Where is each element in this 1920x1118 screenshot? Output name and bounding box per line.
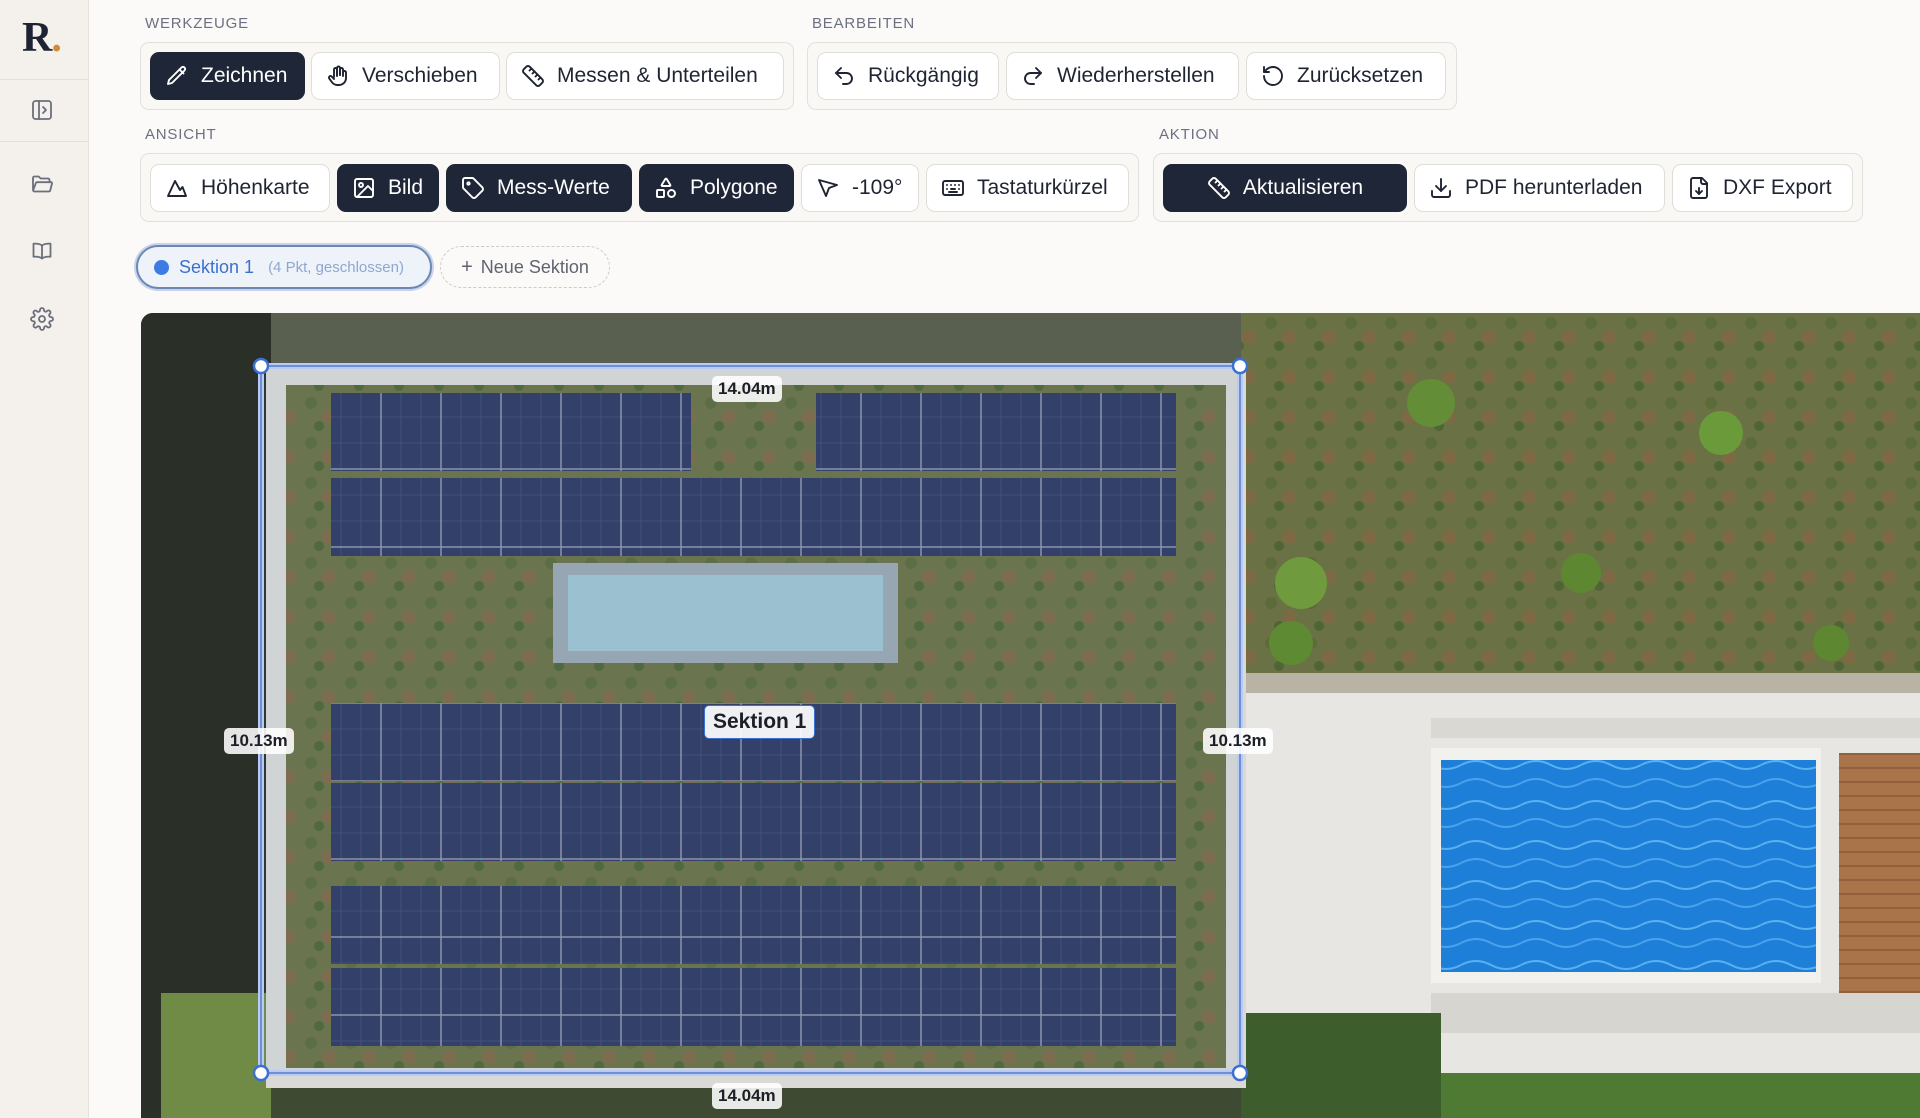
image-toggle-label: Bild bbox=[388, 176, 424, 199]
gear-icon[interactable] bbox=[28, 305, 56, 333]
ruler-icon bbox=[522, 65, 544, 87]
redo-button-label: Wiederherstellen bbox=[1057, 64, 1215, 87]
redo-icon bbox=[1024, 67, 1042, 85]
undo-button-label: Rückgängig bbox=[868, 64, 979, 87]
rotation-button[interactable]: -109° bbox=[801, 164, 919, 212]
draw-button-label: Zeichnen bbox=[201, 64, 288, 87]
dxf-export-button[interactable]: DXF Export bbox=[1672, 164, 1853, 212]
draw-button[interactable]: Zeichnen bbox=[150, 52, 305, 100]
polygons-toggle-button[interactable]: Polygone bbox=[639, 164, 794, 212]
aerial-image bbox=[141, 313, 1920, 1118]
shapes-icon bbox=[656, 177, 676, 198]
sidebar-divider bbox=[0, 141, 89, 142]
toolbar-group-werkzeuge: Zeichnen Verschieben Messen & Unterteile… bbox=[140, 42, 794, 110]
map-canvas[interactable]: 14.04m 10.13m 10.13m 14.04m Sektion 1 bbox=[141, 313, 1920, 1118]
pencil-icon bbox=[167, 66, 186, 85]
book-icon[interactable] bbox=[28, 237, 56, 265]
group-label-bearbeiten: BEARBEITEN bbox=[812, 15, 916, 32]
measurements-toggle-button[interactable]: Mess-Werte bbox=[446, 164, 632, 212]
sidebar-toggle-icon[interactable] bbox=[28, 96, 56, 124]
shortcuts-button-label: Tastaturkürzel bbox=[977, 176, 1108, 199]
hand-icon bbox=[328, 65, 347, 86]
refresh-button[interactable]: Aktualisieren bbox=[1163, 164, 1407, 212]
redo-button[interactable]: Wiederherstellen bbox=[1006, 52, 1239, 100]
measurements-toggle-label: Mess-Werte bbox=[497, 176, 610, 199]
reset-icon bbox=[1263, 66, 1283, 86]
file-download-icon bbox=[1690, 177, 1708, 199]
rotation-value: -109° bbox=[852, 176, 903, 199]
undo-icon bbox=[835, 67, 853, 85]
section-chip-meta: (4 Pkt, geschlossen) bbox=[268, 258, 404, 276]
plus-icon: + bbox=[461, 256, 473, 278]
toolbar-group-aktion: Aktualisieren PDF herunterladen DXF Expo… bbox=[1153, 153, 1863, 222]
heightmap-button[interactable]: Höhenkarte bbox=[150, 164, 330, 212]
download-icon bbox=[1431, 178, 1451, 198]
toolbar-group-ansicht: Höhenkarte Bild Mess-Werte Polygone -109… bbox=[140, 153, 1139, 222]
edge-length-bottom: 14.04m bbox=[712, 1083, 782, 1109]
polygon-section-label[interactable]: Sektion 1 bbox=[704, 705, 816, 739]
new-section-button[interactable]: + Neue Sektion bbox=[440, 246, 610, 288]
compass-arrow-icon bbox=[818, 179, 838, 197]
tag-icon bbox=[462, 177, 484, 199]
mountain-icon bbox=[167, 180, 187, 197]
section-chip-active[interactable]: Sektion 1 (4 Pkt, geschlossen) bbox=[136, 245, 432, 289]
pan-button[interactable]: Verschieben bbox=[311, 52, 500, 100]
section-chip-name: Sektion 1 bbox=[179, 256, 255, 277]
sidebar-divider bbox=[0, 79, 89, 80]
reset-button-label: Zurücksetzen bbox=[1297, 64, 1424, 87]
group-label-ansicht: ANSICHT bbox=[145, 126, 217, 143]
pan-button-label: Verschieben bbox=[362, 64, 478, 87]
heightmap-button-label: Höhenkarte bbox=[201, 176, 310, 199]
toolbar-group-bearbeiten: Rückgängig Wiederherstellen Zurücksetzen bbox=[807, 42, 1457, 110]
group-label-werkzeuge: WERKZEUGE bbox=[145, 15, 249, 32]
edge-length-right: 10.13m bbox=[1203, 728, 1273, 754]
sidebar: R. bbox=[0, 0, 89, 1118]
pdf-download-button[interactable]: PDF herunterladen bbox=[1414, 164, 1665, 212]
edge-length-left: 10.13m bbox=[224, 728, 294, 754]
keyboard-icon bbox=[942, 180, 964, 196]
image-icon bbox=[354, 178, 374, 198]
new-section-label: Neue Sektion bbox=[480, 256, 589, 277]
shortcuts-button[interactable]: Tastaturkürzel bbox=[926, 164, 1129, 212]
app-logo[interactable]: R. bbox=[22, 14, 62, 62]
group-label-aktion: AKTION bbox=[1159, 126, 1220, 143]
ruler-icon bbox=[1207, 177, 1230, 199]
dxf-export-label: DXF Export bbox=[1723, 176, 1832, 199]
pdf-download-label: PDF herunterladen bbox=[1465, 176, 1643, 199]
image-toggle-button[interactable]: Bild bbox=[337, 164, 439, 212]
measure-button[interactable]: Messen & Unterteilen bbox=[506, 52, 784, 100]
edge-length-top: 14.04m bbox=[712, 376, 782, 402]
folder-icon[interactable] bbox=[28, 170, 56, 198]
section-color-dot bbox=[154, 259, 169, 275]
reset-button[interactable]: Zurücksetzen bbox=[1246, 52, 1446, 100]
undo-button[interactable]: Rückgängig bbox=[817, 52, 999, 100]
refresh-button-label: Aktualisieren bbox=[1242, 176, 1364, 199]
measure-button-label: Messen & Unterteilen bbox=[557, 64, 758, 87]
polygons-toggle-label: Polygone bbox=[690, 176, 778, 199]
